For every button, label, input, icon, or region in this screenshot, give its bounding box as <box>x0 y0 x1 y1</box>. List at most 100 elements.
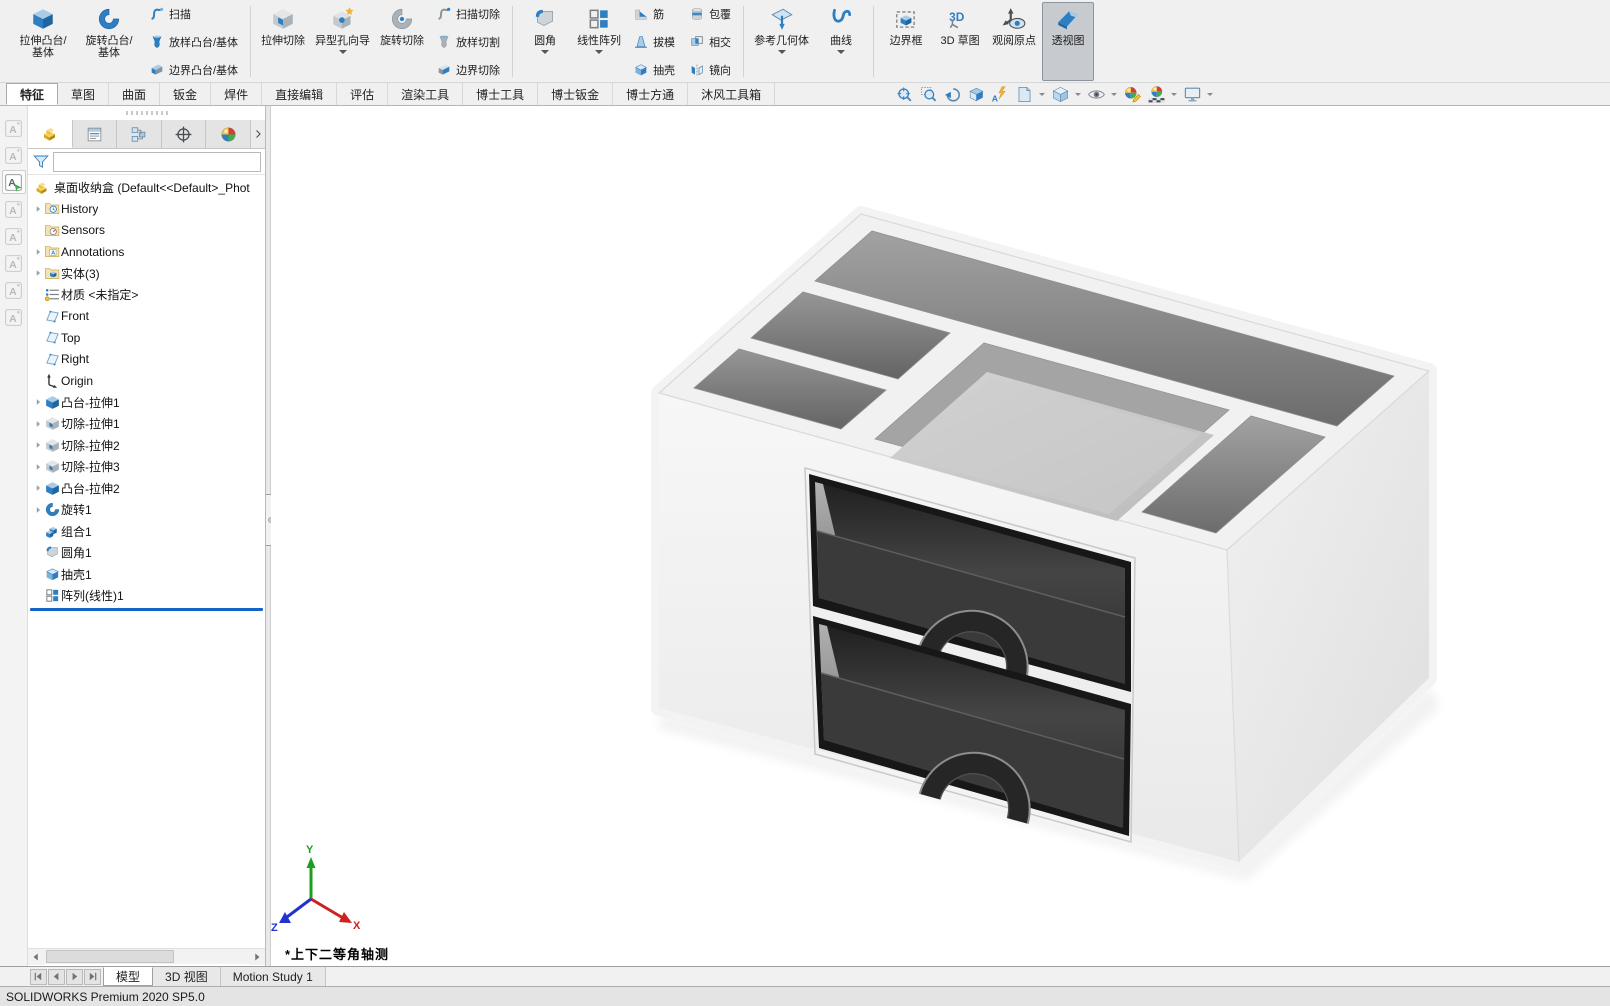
ribbon-button-linear-pattern[interactable]: 线性阵列 <box>573 2 625 81</box>
tree-item[interactable]: 凸台-拉伸2 <box>28 478 265 500</box>
tree-item[interactable]: 抽壳1 <box>28 564 265 586</box>
ribbon-button-sweep[interactable]: 扫描 <box>145 4 242 23</box>
expand-arrow-icon[interactable] <box>32 419 44 429</box>
ribbon-tab-8[interactable]: 渲染工具 <box>388 83 464 105</box>
tree-filter-input[interactable] <box>53 151 261 172</box>
expand-arrow-icon[interactable] <box>32 440 44 450</box>
expand-arrow-icon[interactable] <box>32 268 44 278</box>
tree-item[interactable]: 切除-拉伸3 <box>28 456 265 478</box>
ribbon-tab-10[interactable]: 博士钣金 <box>538 83 614 105</box>
dropdown-caret-icon[interactable] <box>1207 93 1213 96</box>
ribbon-button-intersect[interactable]: 相交 <box>685 32 735 51</box>
tree-item[interactable]: 凸台-拉伸1 <box>28 392 265 414</box>
tree-item[interactable]: Sensors <box>28 220 265 242</box>
panel-tabs-overflow-button[interactable] <box>251 120 265 148</box>
ribbon-button-cut-extrude[interactable]: 拉伸切除 <box>257 2 309 81</box>
ribbon-tab-11[interactable]: 博士方通 <box>613 83 689 105</box>
panel-tab-displaymanager[interactable] <box>206 120 251 148</box>
expand-arrow-icon[interactable] <box>32 483 44 493</box>
ribbon-tab-6[interactable]: 直接编辑 <box>262 83 338 105</box>
panel-horizontal-scrollbar[interactable] <box>28 948 265 965</box>
ribbon-tab-2[interactable]: 草图 <box>58 83 110 105</box>
scrollbar-track[interactable] <box>44 949 249 965</box>
dropdown-caret-icon[interactable] <box>1039 93 1045 96</box>
headsup-previous-view-button[interactable] <box>941 85 963 105</box>
tab-nav-last-button[interactable] <box>84 968 101 985</box>
tree-item[interactable]: 阵列(线性)1 <box>28 585 265 607</box>
rollback-bar[interactable] <box>30 607 263 611</box>
tree-item[interactable]: Right <box>28 349 265 371</box>
left-tool-note-link-button[interactable] <box>2 305 26 329</box>
expand-arrow-icon[interactable] <box>32 462 44 472</box>
scrollbar-thumb[interactable] <box>46 949 174 963</box>
headsup-view-settings-button[interactable] <box>1181 85 1203 105</box>
ribbon-tab-9[interactable]: 博士工具 <box>463 83 539 105</box>
ribbon-button-sketch3d[interactable]: 3D 草图 <box>934 2 986 81</box>
tree-item[interactable]: Origin <box>28 370 265 392</box>
ribbon-button-hole-wizard[interactable]: 异型孔向导 <box>311 2 374 81</box>
headsup-dynamic-annotation-views-button[interactable] <box>989 85 1011 105</box>
headsup-edit-appearance-button[interactable] <box>1121 85 1143 105</box>
ribbon-tab-1[interactable]: 特征 <box>6 83 59 105</box>
tree-item[interactable]: 材质 <未指定> <box>28 284 265 306</box>
left-tool-note-add-button[interactable] <box>2 197 26 221</box>
ribbon-tab-12[interactable]: 沐风工具箱 <box>688 83 776 105</box>
ribbon-button-boundary-cut[interactable]: 边界切除 <box>432 60 504 79</box>
ribbon-button-boundary[interactable]: 边界凸台/基体 <box>145 60 242 79</box>
ribbon-button-revolve-boss[interactable]: 旋转凸台/基体 <box>77 2 141 81</box>
headsup-drawing-view-button[interactable] <box>1013 85 1035 105</box>
scroll-left-button[interactable] <box>28 948 44 965</box>
headsup-section-view-button[interactable] <box>965 85 987 105</box>
dropdown-caret-icon[interactable] <box>595 50 604 54</box>
left-tool-note-book-button[interactable] <box>2 251 26 275</box>
tree-item[interactable]: 实体(3) <box>28 263 265 285</box>
ribbon-tab-5[interactable]: 焊件 <box>211 83 263 105</box>
ribbon-button-rib[interactable]: 筋 <box>629 4 679 23</box>
ribbon-button-draft[interactable]: 拔模 <box>629 32 679 51</box>
ribbon-button-reference-geometry[interactable]: 参考几何体 <box>750 2 813 81</box>
left-tool-note-new-button[interactable] <box>2 116 26 140</box>
ribbon-tab-7[interactable]: 评估 <box>337 83 389 105</box>
ribbon-button-bounding-box[interactable]: 边界框 <box>880 2 932 81</box>
expand-arrow-icon[interactable] <box>32 397 44 407</box>
ribbon-button-perspective[interactable]: 透视图 <box>1042 2 1095 81</box>
dropdown-caret-icon[interactable] <box>1111 93 1117 96</box>
ribbon-button-loft-cut[interactable]: 放样切割 <box>432 32 504 51</box>
expand-arrow-icon[interactable] <box>32 247 44 257</box>
tree-item[interactable]: Annotations <box>28 241 265 263</box>
tree-item[interactable]: 圆角1 <box>28 542 265 564</box>
ribbon-button-revolve-cut[interactable]: 旋转切除 <box>376 2 428 81</box>
expand-arrow-icon[interactable] <box>32 204 44 214</box>
ribbon-button-curves[interactable]: 曲线 <box>815 2 867 81</box>
tree-item[interactable]: 旋转1 <box>28 499 265 521</box>
ribbon-tab-3[interactable]: 曲面 <box>109 83 161 105</box>
headsup-zoom-to-fit-button[interactable] <box>893 85 915 105</box>
headsup-hide-show-items-button[interactable] <box>1085 85 1107 105</box>
model-3d-desktop-organizer[interactable] <box>271 106 1610 966</box>
tree-item[interactable]: 组合1 <box>28 521 265 543</box>
ribbon-button-mirror[interactable]: 镜向 <box>685 60 735 79</box>
dropdown-caret-icon[interactable] <box>1075 93 1081 96</box>
dropdown-caret-icon[interactable] <box>541 50 550 54</box>
dropdown-caret-icon[interactable] <box>777 50 786 54</box>
headsup-zoom-to-area-button[interactable] <box>917 85 939 105</box>
scroll-right-button[interactable] <box>249 948 265 965</box>
ribbon-tab-4[interactable]: 钣金 <box>160 83 212 105</box>
graphics-viewport[interactable]: Y X Z *上下二等角轴测 <box>271 106 1610 966</box>
bottom-tab-3[interactable]: Motion Study 1 <box>220 967 326 986</box>
panel-tab-dimxpertmanager[interactable] <box>161 120 207 148</box>
panel-tab-featuremanager[interactable] <box>28 120 73 148</box>
tree-item[interactable]: 切除-拉伸1 <box>28 413 265 435</box>
ribbon-button-wrap[interactable]: 包覆 <box>685 4 735 23</box>
expand-arrow-icon[interactable] <box>32 505 44 515</box>
ribbon-button-sweep-cut[interactable]: 扫描切除 <box>432 4 504 23</box>
dropdown-caret-icon[interactable] <box>338 50 347 54</box>
ribbon-button-boss-extrude[interactable]: 拉伸凸台/基体 <box>11 2 75 81</box>
dropdown-caret-icon[interactable] <box>837 50 846 54</box>
left-tool-note-edit-button[interactable] <box>2 143 26 167</box>
headsup-view-orientation-button[interactable] <box>1049 85 1071 105</box>
ribbon-button-shell[interactable]: 抽壳 <box>629 60 679 79</box>
left-tool-note-insert-button[interactable] <box>1 170 26 194</box>
dropdown-caret-icon[interactable] <box>1171 93 1177 96</box>
panel-tab-propertymanager[interactable] <box>72 120 118 148</box>
